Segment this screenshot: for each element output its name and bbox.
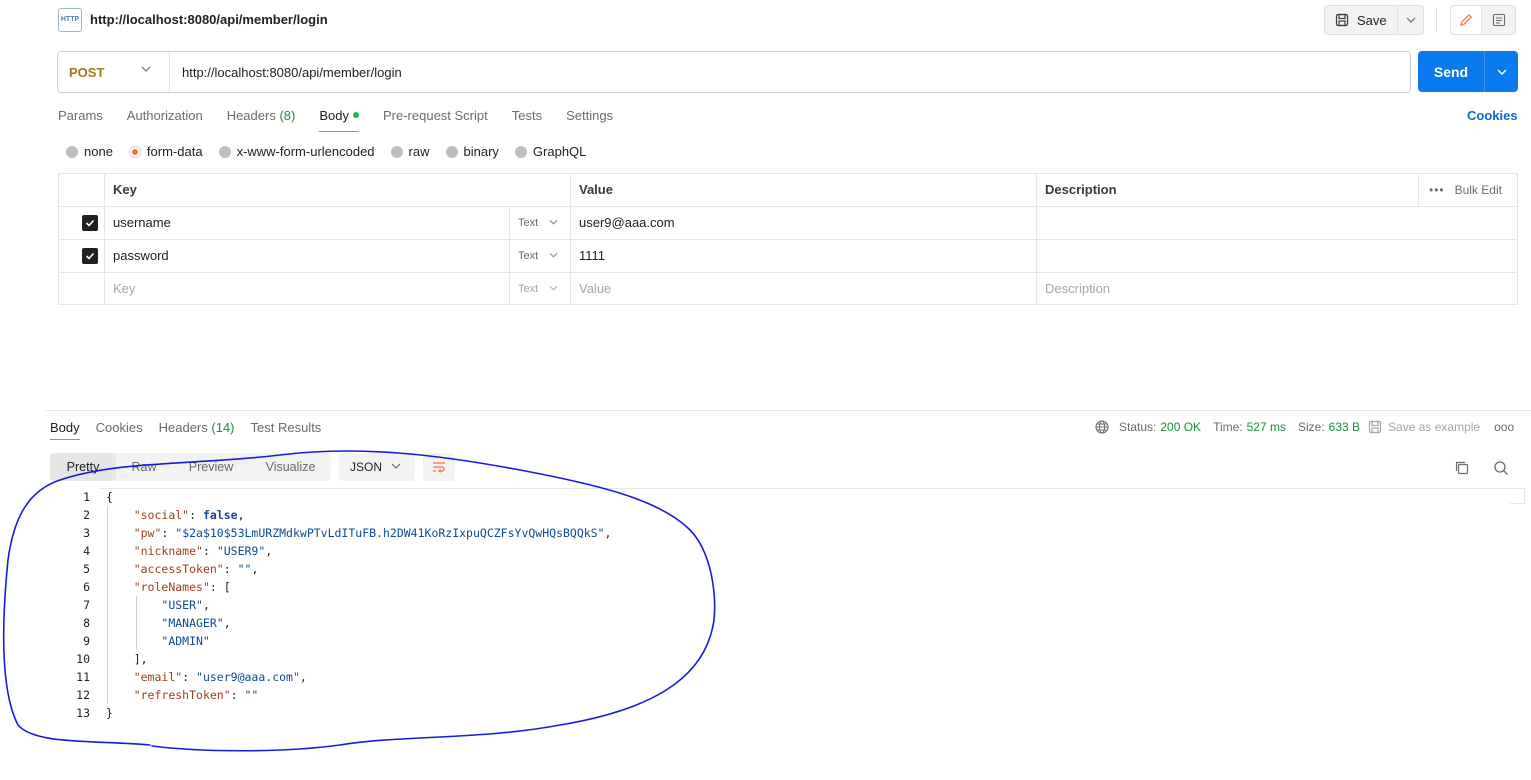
globe-icon[interactable] <box>1095 420 1109 434</box>
chevron-down-icon <box>1497 69 1506 75</box>
chevron-down-icon <box>549 219 558 225</box>
tab-headers[interactable]: Headers (8) <box>227 108 296 132</box>
radio-icon <box>218 145 231 158</box>
table-row: username Text user9@aaa.com <box>59 207 1517 240</box>
radio-form-data[interactable]: form-data <box>128 144 203 159</box>
chevron-down-icon <box>1406 17 1415 23</box>
send-button[interactable]: Send <box>1418 51 1484 92</box>
hand-drawn-annotation <box>2 450 716 752</box>
pencil-icon <box>1460 13 1473 26</box>
new-description-input[interactable]: Description <box>1037 273 1110 305</box>
row-checkbox[interactable] <box>82 215 98 231</box>
request-title[interactable]: http://localhost:8080/api/member/login <box>90 12 328 27</box>
param-key[interactable]: password <box>105 240 169 272</box>
edit-button[interactable] <box>1450 5 1482 35</box>
send-dropdown-button[interactable] <box>1484 51 1518 92</box>
param-key[interactable]: username <box>105 207 171 239</box>
column-divider <box>509 273 510 305</box>
param-value[interactable]: user9@aaa.com <box>571 207 675 239</box>
url-bar: POST http://localhost:8080/api/member/lo… <box>57 51 1411 93</box>
radio-graphql[interactable]: GraphQL <box>514 144 586 159</box>
status-label: Status: <box>1119 420 1157 434</box>
tab-tests[interactable]: Tests <box>512 108 542 132</box>
param-type-select[interactable]: Text <box>518 240 538 272</box>
checkmark-icon <box>85 219 95 227</box>
param-type-select[interactable]: Text <box>518 273 538 305</box>
size-label: Size: <box>1297 420 1325 434</box>
chevron-down-icon <box>549 285 558 291</box>
time-label: Time: <box>1213 420 1243 434</box>
radio-icon <box>390 145 403 158</box>
more-options-icon[interactable]: ooo <box>1494 420 1514 434</box>
documentation-button[interactable] <box>1482 5 1516 35</box>
time-value[interactable]: 527 ms <box>1247 420 1286 434</box>
table-row: password Text 1111 <box>59 240 1517 273</box>
status-value[interactable]: 200 OK <box>1160 420 1201 434</box>
new-value-input[interactable]: Value <box>571 273 611 305</box>
copy-icon[interactable] <box>1454 460 1470 476</box>
request-tabs: Params Authorization Headers (8) Body Pr… <box>58 108 637 134</box>
column-divider <box>509 207 510 239</box>
column-divider <box>1418 174 1419 206</box>
radio-binary[interactable]: binary <box>445 144 499 159</box>
radio-icon <box>445 145 458 158</box>
new-key-input[interactable]: Key <box>105 273 135 305</box>
size-value[interactable]: 633 B <box>1329 420 1360 434</box>
tab-params[interactable]: Params <box>58 108 103 132</box>
save-as-example-button[interactable]: Save as example <box>1368 420 1480 434</box>
checkmark-icon <box>85 252 95 260</box>
column-divider <box>509 240 510 272</box>
radio-selected-icon <box>128 145 141 158</box>
tab-authorization[interactable]: Authorization <box>127 108 203 132</box>
body-indicator-dot <box>352 112 359 118</box>
save-icon <box>1368 420 1382 434</box>
tab-body[interactable]: Body <box>319 108 359 132</box>
row-checkbox[interactable] <box>82 248 98 264</box>
headers-count: (8) <box>279 108 296 123</box>
response-divider[interactable] <box>46 410 1531 411</box>
save-label: Save <box>1357 12 1387 28</box>
method-select[interactable]: POST <box>69 65 104 80</box>
column-header-description: Description <box>1045 182 1117 197</box>
cookies-link[interactable]: Cookies <box>1467 108 1518 123</box>
method-divider <box>169 52 170 92</box>
more-options-icon: ••• <box>1429 183 1445 197</box>
search-icon[interactable] <box>1493 460 1509 476</box>
radio-none[interactable]: none <box>66 144 113 159</box>
radio-icon <box>66 145 78 158</box>
response-tab-headers[interactable]: Headers (14) <box>159 420 235 442</box>
param-type-select[interactable]: Text <box>518 207 538 239</box>
response-tab-body[interactable]: Body <box>50 420 80 440</box>
save-button[interactable]: Save <box>1324 5 1398 35</box>
form-data-table: Key Value Description ••• Bulk Edit user… <box>58 173 1518 305</box>
radio-raw[interactable]: raw <box>390 144 430 159</box>
response-tab-cookies[interactable]: Cookies <box>96 420 143 442</box>
document-icon <box>1492 13 1505 27</box>
chevron-down-icon <box>141 66 151 72</box>
table-row-empty: Key Text Value Description <box>59 273 1517 306</box>
radio-x-www-form-urlencoded[interactable]: x-www-form-urlencoded <box>218 144 375 159</box>
response-meta: Status: 200 OK Time: 527 ms Size: 633 B … <box>1095 420 1514 434</box>
param-value[interactable]: 1111 <box>571 240 605 272</box>
scrollbar-corner <box>1510 503 1525 504</box>
request-header: HTTP http://localhost:8080/api/member/lo… <box>0 0 1531 40</box>
response-tab-test-results[interactable]: Test Results <box>251 420 322 442</box>
scrollbar-corner <box>1524 488 1525 503</box>
radio-icon <box>514 145 527 158</box>
chevron-down-icon <box>549 252 558 258</box>
save-dropdown-button[interactable] <box>1398 5 1424 35</box>
response-headers-count: (14) <box>211 420 235 435</box>
url-input[interactable]: http://localhost:8080/api/member/login <box>182 65 402 80</box>
column-header-value: Value <box>579 182 613 197</box>
toolbar-divider <box>1436 8 1437 32</box>
tab-pre-request-script[interactable]: Pre-request Script <box>383 108 488 132</box>
table-header-row: Key Value Description ••• Bulk Edit <box>59 174 1517 207</box>
tab-settings[interactable]: Settings <box>566 108 613 132</box>
bulk-edit-button[interactable]: ••• Bulk Edit <box>1429 174 1502 206</box>
save-icon <box>1335 13 1349 27</box>
response-tabs: Body Cookies Headers (14) Test Results <box>50 420 337 442</box>
body-type-radios: none form-data x-www-form-urlencoded raw… <box>66 144 602 159</box>
column-header-key: Key <box>113 182 137 197</box>
http-request-icon: HTTP <box>58 8 82 32</box>
